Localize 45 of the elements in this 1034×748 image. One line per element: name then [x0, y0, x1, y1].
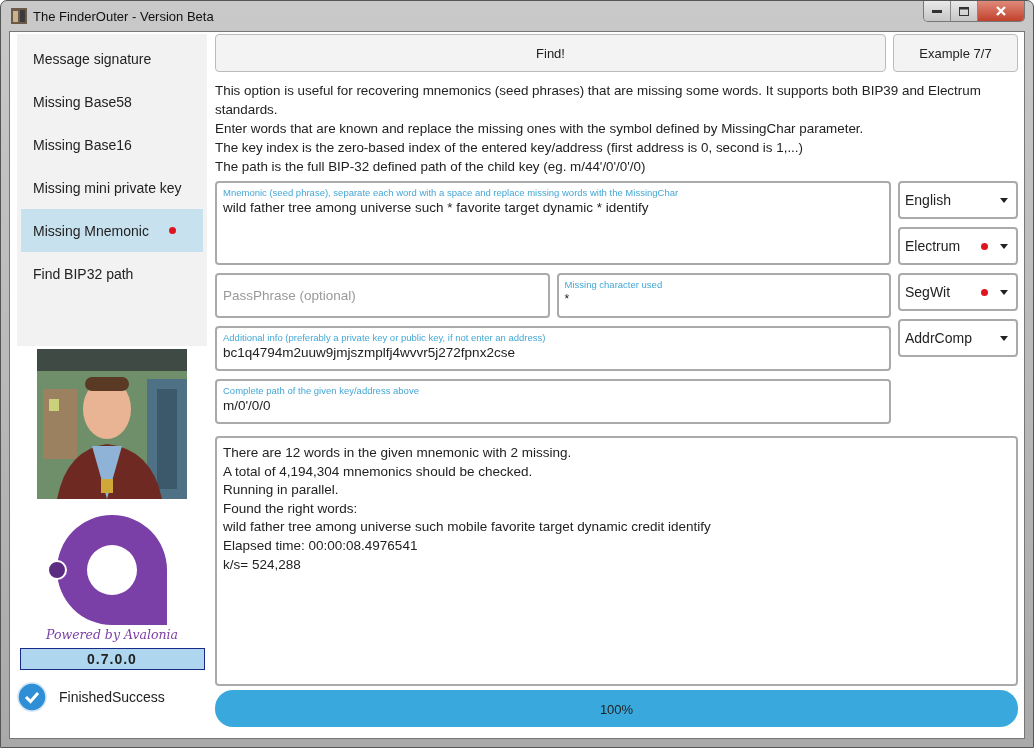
find-button[interactable]: Find! — [215, 34, 886, 72]
dropdown[interactable]: Electrum — [898, 227, 1018, 265]
window-title: The FinderOuter - Version Beta — [33, 8, 214, 24]
missing-char-field[interactable]: Missing character used * — [556, 273, 891, 318]
caret-icon — [1000, 289, 1008, 295]
description-text: Enter words that are known and replace the missing ones with the symbol defined by MissingChar parameter. — [215, 120, 865, 138]
description-text: The path is the full BIP-32 defined path of the child key (eg. m/44'/0'/0'/0) — [215, 158, 647, 176]
dropdown[interactable]: SegWit — [898, 273, 1018, 311]
status-text: FinishedSuccess — [59, 689, 165, 705]
output-line: k/s= 524,288 — [223, 555, 302, 574]
minimize-button[interactable] — [924, 1, 951, 21]
sidebar-item[interactable]: Missing mini private key — [21, 166, 203, 209]
caret-icon — [1000, 197, 1008, 203]
app-icon — [11, 8, 27, 24]
maximize-icon — [959, 6, 969, 16]
example-button[interactable]: Example 7/7 — [893, 34, 1018, 72]
close-icon — [995, 6, 1007, 16]
output-line: Running in parallel. — [223, 481, 340, 500]
dropdown[interactable]: English — [898, 181, 1018, 219]
output-line: A total of 4,194,304 mnemonics should be checked. — [223, 462, 534, 481]
dropdown[interactable]: AddrComp — [898, 319, 1018, 357]
success-icon — [17, 682, 47, 712]
sidebar-item[interactable]: Missing Base58 — [21, 80, 203, 123]
additional-info-field[interactable]: Additional info (preferably a private key or public key, if not enter an address) bc1q4794m2uuw9jmjszmplfj4wvvr5j272fpnx2cse — [215, 326, 891, 371]
output-line: wild father tree among universe such mobile favorite target dynamic credit identify — [223, 518, 712, 537]
progress-label: 100% — [599, 701, 634, 716]
output-line: Elapsed time: 00:00:08.4976541 — [223, 536, 419, 555]
caret-icon — [1000, 335, 1008, 341]
close-button[interactable] — [978, 1, 1024, 21]
description-text: This option is useful for recovering mnemonics (seed phrases) that are missing some words. It supports both BIP39 and Electrum standards. — [215, 82, 982, 119]
description-text: The key index is the zero-based index of the entered key/address (first address is 0, second is 1,...) — [215, 139, 804, 157]
sidebar-item[interactable]: Message signature — [21, 37, 203, 80]
caret-icon — [1000, 243, 1008, 249]
version-label: 0.7.0.0 — [19, 648, 205, 670]
mnemonic-field[interactable]: Mnemonic (seed phrase), separate each word with a space and replace missing words with the MissingChar wild father tree among universe such * favorite target dynamic * identify — [215, 181, 891, 265]
output-line: There are 12 words in the given mnemonic with 2 missing. — [223, 444, 573, 462]
maximize-button[interactable] — [951, 1, 978, 21]
logo-caption: Powered by Avalonia — [46, 627, 178, 642]
output-line: Found the right words: — [223, 499, 359, 518]
sidebar-item[interactable]: Missing Mnemonic — [21, 209, 203, 252]
sidebar-item[interactable]: Missing Base16 — [21, 123, 203, 166]
path-field[interactable]: Complete path of the given key/address above m/0'/0/0 — [215, 379, 891, 424]
minimize-icon — [932, 9, 942, 13]
sidebar-item[interactable]: Find BIP32 path — [21, 252, 203, 295]
passphrase-field[interactable]: PassPhrase (optional) — [215, 273, 550, 318]
